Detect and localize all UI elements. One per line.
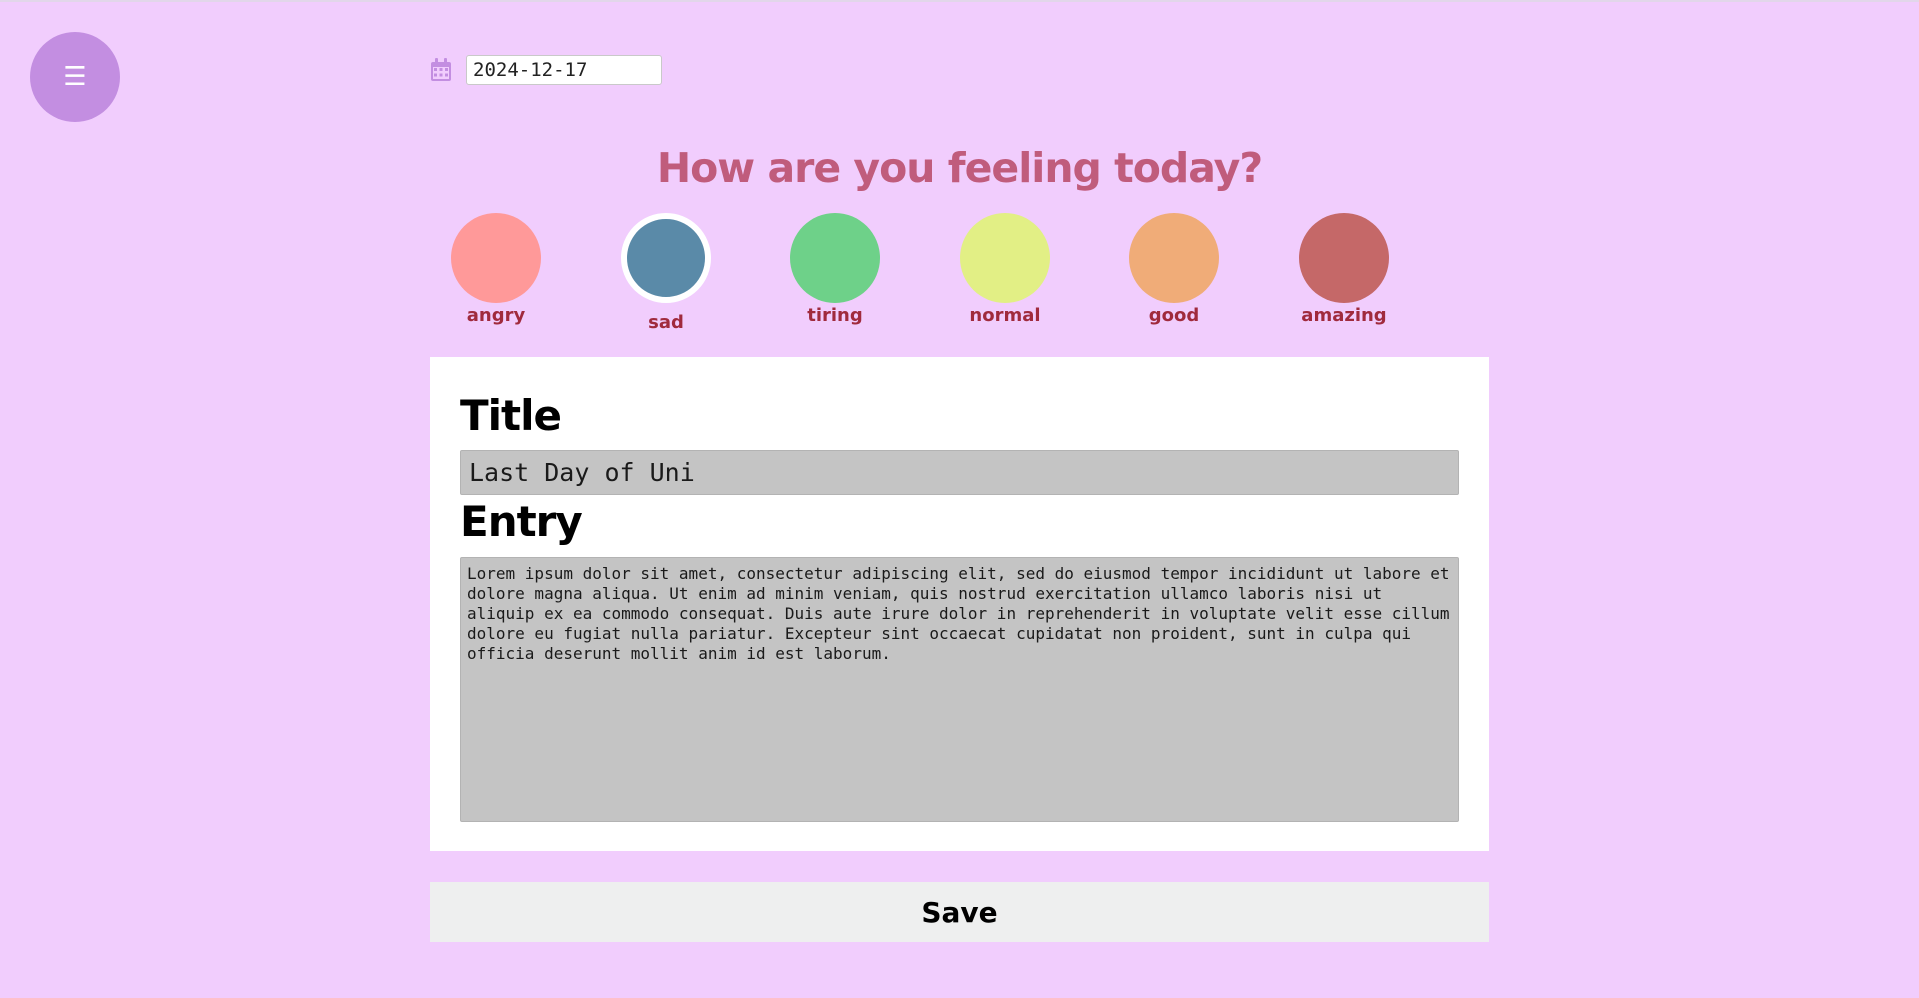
hamburger-menu-icon: ☰: [63, 62, 87, 92]
mood-circle-tiring[interactable]: [790, 213, 880, 303]
mood-tiring[interactable]: tiring: [785, 213, 885, 326]
title-label: Title: [460, 391, 562, 440]
menu-button[interactable]: ☰: [30, 32, 120, 122]
mood-normal[interactable]: normal: [955, 213, 1055, 326]
mood-circle-amazing[interactable]: [1299, 213, 1389, 303]
mood-good[interactable]: good: [1124, 213, 1224, 326]
mood-circle-normal[interactable]: [960, 213, 1050, 303]
mood-label-sad: sad: [648, 312, 684, 333]
date-picker: [430, 55, 662, 85]
page-heading: How are you feeling today?: [656, 144, 1263, 192]
mood-label-angry: angry: [466, 305, 526, 326]
title-input[interactable]: [460, 450, 1459, 495]
entry-textarea[interactable]: Lorem ipsum dolor sit amet, consectetur …: [460, 557, 1459, 822]
save-button[interactable]: Save: [430, 882, 1489, 942]
journal-entry-card: Title Entry Lorem ipsum dolor sit amet, …: [430, 357, 1489, 851]
mood-circle-angry[interactable]: [451, 213, 541, 303]
mood-circle-good[interactable]: [1129, 213, 1219, 303]
date-input[interactable]: [466, 55, 662, 85]
mood-circle-sad[interactable]: [621, 213, 711, 303]
mood-sad[interactable]: sad: [616, 213, 716, 333]
mood-label-good: good: [1148, 305, 1200, 326]
entry-label: Entry: [460, 497, 583, 546]
mood-label-amazing: amazing: [1301, 305, 1387, 326]
mood-amazing[interactable]: amazing: [1294, 213, 1394, 326]
top-border: [0, 0, 1919, 2]
mood-label-normal: normal: [969, 305, 1041, 326]
calendar-icon[interactable]: [430, 57, 452, 83]
mood-label-tiring: tiring: [807, 305, 863, 326]
mood-angry[interactable]: angry: [446, 213, 546, 326]
